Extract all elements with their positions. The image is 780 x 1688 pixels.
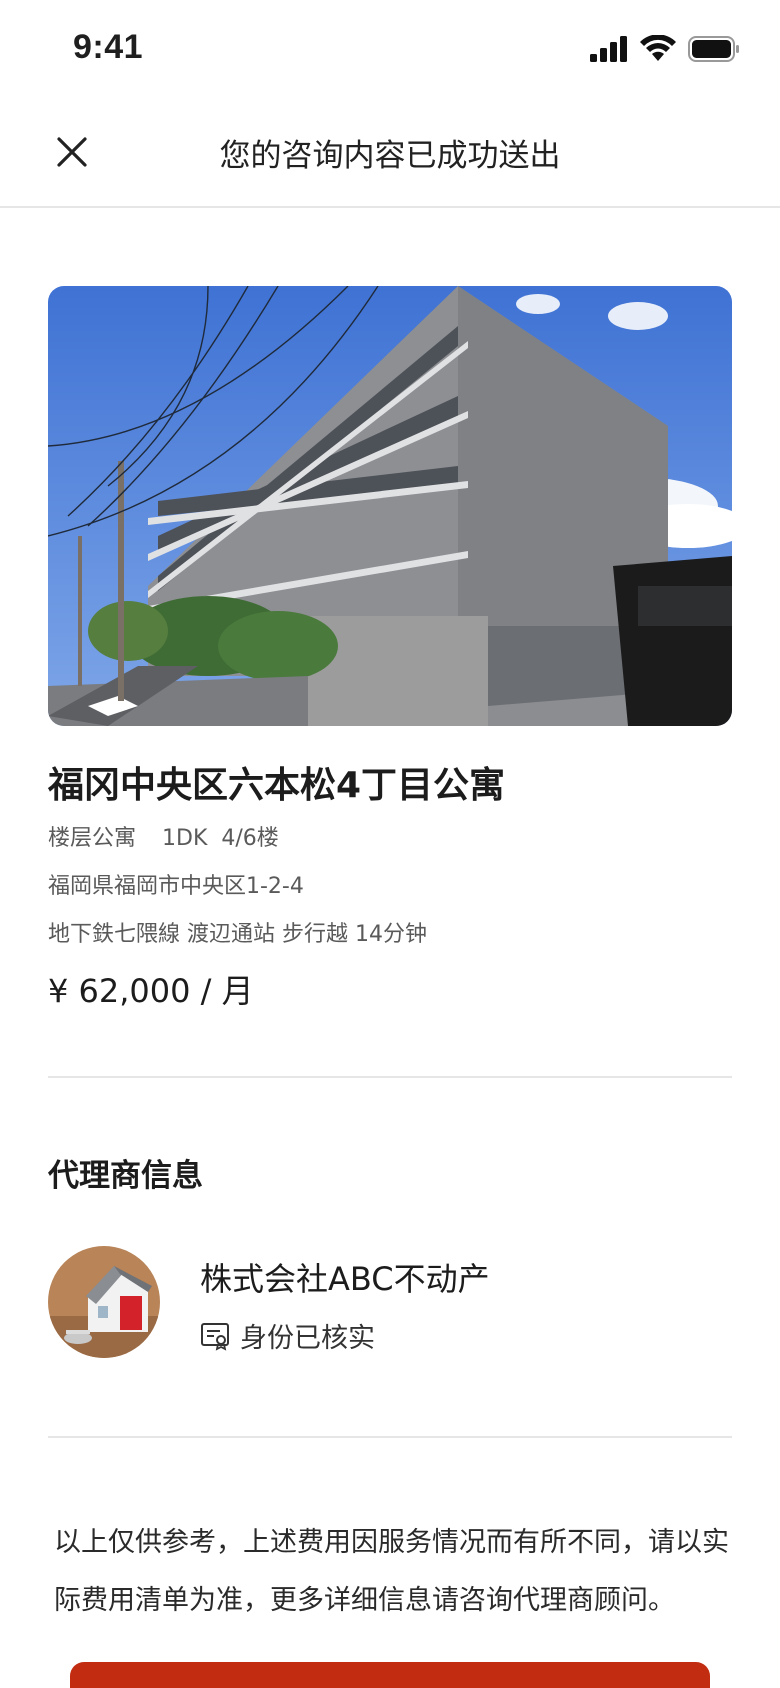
property-address: 福岡県福岡市中央区1-2-4 xyxy=(48,874,304,899)
agent-section-title: 代理商信息 xyxy=(48,1158,203,1194)
agent-name[interactable]: 株式会社ABC不动产 xyxy=(200,1254,490,1300)
property-type: 楼层公寓 xyxy=(48,826,137,851)
status-bar: 9:41 xyxy=(0,0,780,96)
property-floor: 4/6楼 xyxy=(221,826,279,851)
disclaimer-text: 以上仅供参考，上述费用因服务情况而有所不同，请以实际费用清单为准，更多详细信息请… xyxy=(54,1527,729,1616)
property-layout-floor: 1DK 4/6楼 xyxy=(162,820,279,852)
status-time: 9:41 xyxy=(73,28,144,66)
cellular-signal-icon xyxy=(590,36,627,62)
property-station: 地下鉄七隈線 渡辺通站 步行越 14分钟 xyxy=(48,922,427,947)
agent-verified-badge: 身份已核实 xyxy=(200,1316,375,1355)
wifi-icon xyxy=(640,35,676,61)
apartment-building-image xyxy=(48,286,732,726)
divider xyxy=(48,1436,732,1438)
primary-action-button[interactable] xyxy=(70,1662,710,1688)
agent-avatar[interactable] xyxy=(48,1246,160,1358)
battery-icon xyxy=(688,36,739,62)
property-layout: 1DK xyxy=(162,826,208,851)
agent-verified-label: 身份已核实 xyxy=(240,1323,375,1354)
property-title: 福冈中央区六本松4丁目公寓 xyxy=(48,765,506,806)
divider xyxy=(48,1076,732,1078)
id-card-icon xyxy=(201,1322,229,1351)
property-meta: 楼层公寓 1DK 4/6楼 xyxy=(48,820,279,852)
page-title: 您的咨询内容已成功送出 xyxy=(219,138,561,174)
nav-bar: 您的咨询内容已成功送出 xyxy=(0,100,780,208)
property-photo[interactable] xyxy=(48,286,732,726)
status-icons xyxy=(590,34,740,64)
property-price: ¥ 62,000 / 月 xyxy=(48,972,254,1010)
house-icon xyxy=(48,1246,160,1358)
